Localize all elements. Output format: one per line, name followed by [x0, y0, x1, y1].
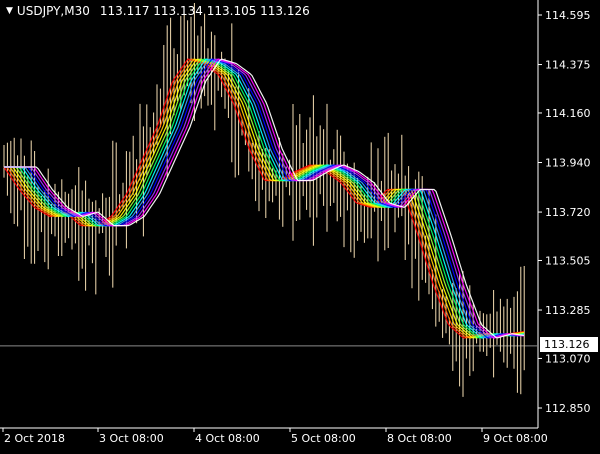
chart-area[interactable]: 114.595 114.375 114.160 113.940 113.720 113.5… [0, 0, 600, 450]
price-tick-label: 112.850 [545, 402, 591, 415]
price-tick-label: 113.070 [545, 352, 591, 365]
price-tick-label: 113.720 [545, 206, 591, 219]
triangle-down-icon[interactable]: ▼ [6, 6, 13, 16]
symbol-header: ▼ USDJPY,M30 113.117 113.134 113.105 113… [6, 4, 310, 18]
price-tick-label: 114.595 [545, 9, 591, 22]
time-tick-label: 9 Oct 08:00 [483, 432, 548, 445]
ohlc-values: 113.117 113.134 113.105 113.126 [99, 4, 310, 18]
time-tick-label: 4 Oct 08:00 [195, 432, 260, 445]
symbol-label: USDJPY,M30 [16, 4, 90, 18]
time-tick-label: 2 Oct 2018 [4, 432, 65, 445]
current-price-badge: 113.126 [540, 337, 598, 352]
price-tick-label: 114.375 [545, 59, 591, 72]
time-tick-label: 5 Oct 08:00 [291, 432, 356, 445]
time-tick-label: 8 Oct 08:00 [387, 432, 452, 445]
price-tick-label: 113.505 [545, 254, 591, 267]
price-tick-label: 113.940 [545, 157, 591, 170]
time-tick-label: 3 Oct 08:00 [99, 432, 164, 445]
price-tick-label: 113.285 [545, 304, 591, 317]
price-chart[interactable]: 114.595 114.375 114.160 113.940 113.720 113.5… [0, 0, 600, 450]
price-tick-label: 114.160 [545, 107, 591, 120]
